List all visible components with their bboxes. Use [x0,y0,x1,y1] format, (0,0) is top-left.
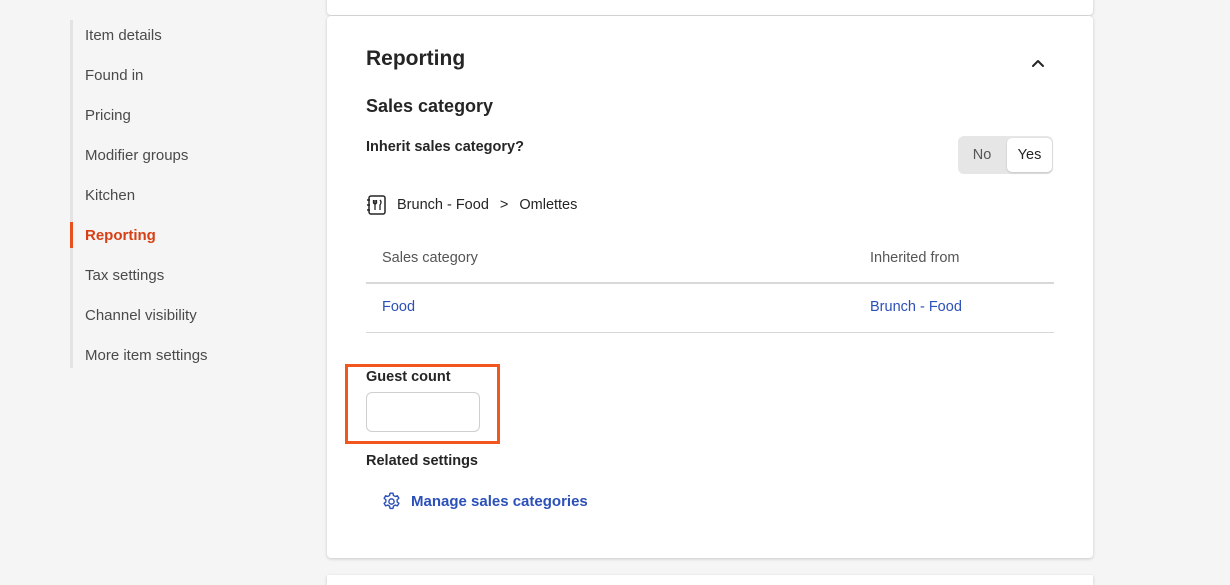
nav-item-channel-visibility[interactable]: Channel visibility [85,307,197,324]
gear-icon [383,491,400,509]
nav-item-more-item-settings[interactable]: More item settings [85,347,208,364]
inherit-label: Inherit sales category? [366,139,524,155]
previous-card [327,0,1093,15]
table-header: Sales category Inherited from [366,242,1054,284]
next-card [327,575,1093,585]
nav-item-found-in[interactable]: Found in [85,67,143,84]
breadcrumb-current: Omlettes [519,197,578,213]
nav-item-item-details[interactable]: Item details [85,27,162,44]
nav-item-reporting[interactable]: Reporting [85,227,156,244]
manage-sales-categories-link[interactable]: Manage sales categories [381,489,588,513]
nav-item-kitchen[interactable]: Kitchen [85,187,135,204]
table-row: Food Brunch - Food [366,284,1054,333]
breadcrumb: Brunch - Food > Omlettes [366,194,577,216]
section-nav: Item details Found in Pricing Modifier g… [70,20,313,368]
nav-item-modifier-groups[interactable]: Modifier groups [85,147,188,164]
breadcrumb-parent: Brunch - Food [397,197,489,213]
column-header-sales-category: Sales category [382,250,478,266]
nav-item-pricing[interactable]: Pricing [85,107,131,124]
sales-category-link[interactable]: Food [382,299,415,315]
card-title: Reporting [366,47,466,70]
toggle-no-option[interactable]: No [958,136,1006,174]
related-settings-label: Related settings [366,453,478,469]
nav-item-tax-settings[interactable]: Tax settings [85,267,164,284]
manage-sales-categories-label: Manage sales categories [411,492,588,510]
inherited-from-link[interactable]: Brunch - Food [870,299,962,315]
toggle-yes-option[interactable]: Yes [1007,138,1052,172]
chevron-up-icon[interactable] [1027,52,1049,74]
inherit-toggle: No Yes [958,136,1053,174]
column-header-inherited-from: Inherited from [870,250,960,266]
reporting-card: Reporting Sales category Inherit sales c… [327,16,1093,558]
active-indicator [70,222,73,248]
guest-count-label: Guest count [366,369,451,385]
sales-category-table: Sales category Inherited from Food Brunc… [366,242,1054,333]
section-title: Sales category [366,96,494,116]
guest-count-input[interactable] [366,392,480,432]
menu-group-icon [367,195,386,215]
breadcrumb-separator: > [499,197,509,213]
